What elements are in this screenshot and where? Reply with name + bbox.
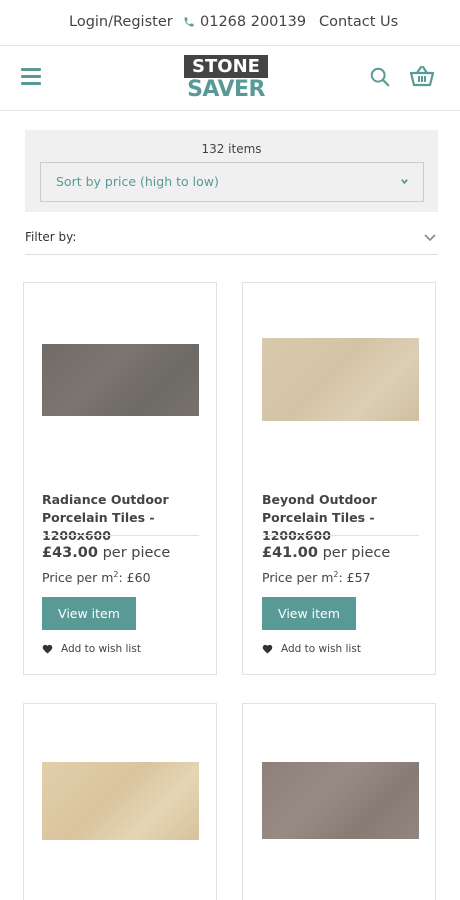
price-value: £43.00 [42,545,98,561]
wishlist-label: Add to wish list [281,643,361,655]
price-per-m2: Price per m2: £60 [42,570,151,585]
product-name[interactable]: Radiance Outdoor Porcelain Tiles - 1200x… [42,491,204,545]
wishlist-label: Add to wish list [61,643,141,655]
filter-label: Filter by: [25,230,77,244]
sort-selected-value: Sort by price (high to low) [56,174,219,189]
heart-icon [262,644,273,654]
product-name[interactable]: Beyond Outdoor Porcelain Tiles - 1200x60… [262,491,427,545]
site-header: STONE SAVER [0,46,460,111]
chevron-down-icon [401,179,408,185]
filter-toggle[interactable]: Filter by: [25,230,438,255]
sort-select[interactable]: Sort by price (high to low) [40,162,424,202]
price-value: £41.00 [262,545,318,561]
price-per-m2: Price per m2: £57 [262,570,371,585]
search-icon[interactable] [369,66,391,88]
basket-icon[interactable] [409,65,435,87]
product-image[interactable] [42,762,199,840]
product-price: £41.00 per piece [262,545,390,561]
price-unit: per piece [102,545,171,561]
ppm-label: Price per m [262,570,334,586]
product-image[interactable] [262,338,419,421]
product-card [23,703,217,900]
logo-top-text: STONE [184,55,268,78]
top-utility-bar: Login/Register 01268 200139 Contact Us [0,0,460,46]
heart-icon [42,644,53,654]
phone-icon [184,17,194,27]
menu-icon[interactable] [21,68,41,86]
view-item-button[interactable]: View item [42,597,136,630]
product-image[interactable] [42,344,199,416]
view-item-button[interactable]: View item [262,597,356,630]
product-image[interactable] [262,762,419,839]
ppm-value: : £57 [338,570,371,586]
phone-link[interactable]: 01268 200139 [183,14,306,30]
price-unit: per piece [322,545,391,561]
login-register-link[interactable]: Login/Register [69,14,173,30]
ppm-label: Price per m [42,570,114,586]
product-card: Radiance Outdoor Porcelain Tiles - 1200x… [23,282,217,675]
product-price: £43.00 per piece [42,545,170,561]
add-to-wishlist[interactable]: Add to wish list [42,643,141,655]
contact-us-link[interactable]: Contact Us [319,14,398,30]
product-card: Beyond Outdoor Porcelain Tiles - 1200x60… [242,282,436,675]
divider [42,535,199,536]
add-to-wishlist[interactable]: Add to wish list [262,643,361,655]
items-count: 132 items [201,142,262,156]
product-card [242,703,436,900]
sort-panel: 132 items Sort by price (high to low) [25,130,438,212]
ppm-value: : £60 [118,570,151,586]
chevron-down-icon [424,234,436,242]
logo-bottom-text: SAVER [187,77,265,102]
divider [262,535,419,536]
site-logo[interactable]: STONE SAVER [184,55,268,103]
phone-number: 01268 200139 [200,14,307,30]
